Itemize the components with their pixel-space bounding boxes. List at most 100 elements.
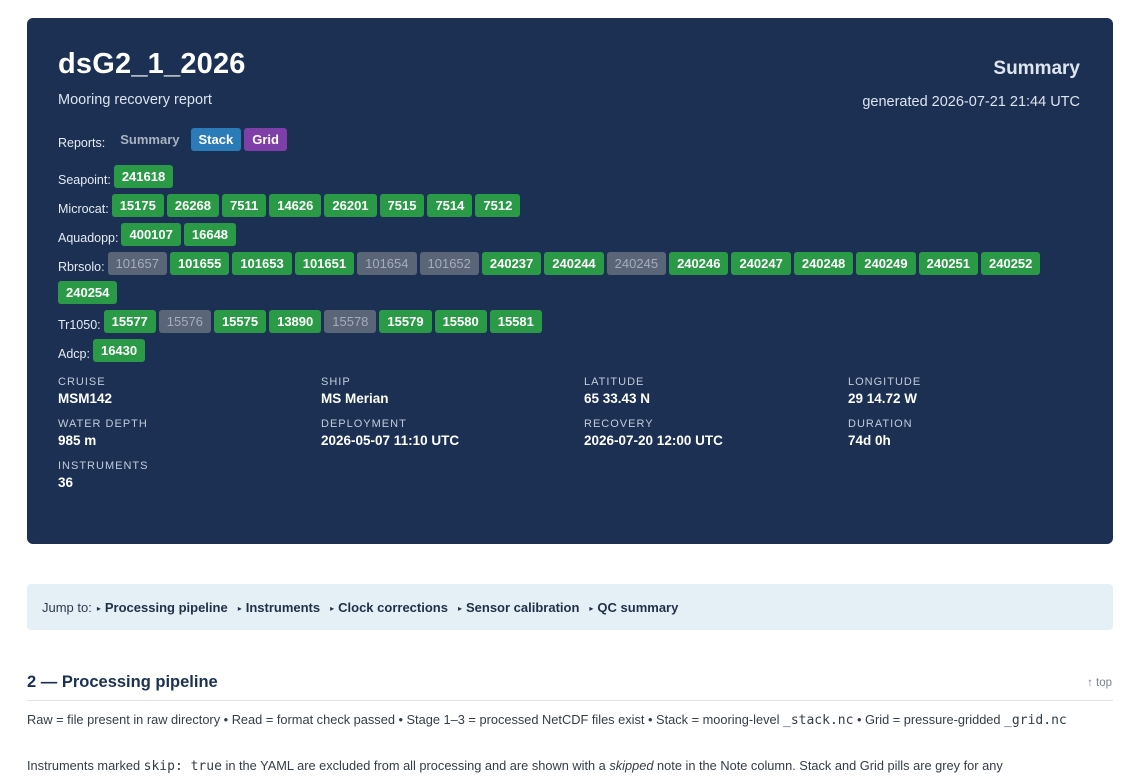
serial-pill[interactable]: 16430 [92,339,146,362]
jump-link-instruments[interactable]: Instruments [238,600,320,615]
meta-item: WATER DEPTH 985 m [58,418,321,448]
serial-pill[interactable]: 15577 [103,310,156,333]
mooring-title: dsG2_1_2026 [58,48,246,80]
meta-value: 29 14.72 W [848,391,918,406]
serial-pill[interactable]: 240252 [981,252,1041,275]
deployment-metadata: CRUISE MSM142 SHIP MS Merian LATITUDE 65 33.4… [58,376,1098,490]
meta-key: RECOVERY [584,418,654,430]
serial-pill-skipped[interactable]: 101654 [357,252,417,275]
meta-item: LATITUDE 65 33.43 N [584,376,848,406]
serial-pill[interactable]: 101653 [232,252,292,275]
meta-key: SHIP [321,376,351,388]
header-right: Summary generated 2026-07-21 21:44 UTC [862,58,1080,110]
serial-pill[interactable]: 240247 [731,252,791,275]
report-link-grid[interactable]: Grid [244,128,287,151]
meta-value: MSM142 [58,391,113,406]
serial-pill[interactable]: 101651 [294,252,355,275]
serial-pill[interactable]: 241618 [113,165,174,188]
meta-value: 74d 0h [848,433,891,448]
meta-value: MS Merian [321,391,389,406]
meta-item: DEPLOYMENT 2026-05-07 11:10 UTC [321,418,584,448]
instrument-group-row: Microcat: 15175 26268 7511 14626 26201 7515 751… [58,194,1088,223]
report-header: dsG2_1_2026 Mooring recovery report Summ… [27,18,1113,544]
grid-filename: _grid.nc [1004,713,1067,728]
jump-label: Jump to: [42,599,92,615]
serial-pill[interactable]: 7512 [475,194,521,217]
meta-key: DURATION [848,418,913,430]
serial-pill[interactable]: 240248 [793,252,854,275]
serial-pill[interactable]: 240246 [669,252,729,275]
serial-pill-skipped[interactable]: 101657 [107,252,167,275]
section-divider [27,700,1113,701]
serial-pill[interactable]: 15575 [213,310,267,333]
jump-link-processing-pipeline[interactable]: Processing pipeline [97,600,228,615]
report-subtitle: Mooring recovery report [58,92,212,108]
serial-pill[interactable]: 240251 [918,252,979,275]
report-type-label: Summary [993,58,1080,79]
reports-label: Reports: [58,135,106,150]
serial-pill[interactable]: 240254 [58,281,118,304]
instrument-group-label: Adcp: [58,346,90,361]
skip-note: Instruments marked skip: true in the YAM… [27,758,1003,774]
meta-key: WATER DEPTH [58,418,148,430]
meta-value: 65 33.43 N [584,391,651,406]
serial-pill[interactable]: 14626 [269,194,322,217]
report-link-stack[interactable]: Stack [190,128,242,151]
serial-pill-skipped[interactable]: 15576 [158,310,211,333]
serial-pill-skipped[interactable]: 240245 [606,252,667,275]
report-link-summary[interactable]: Summary [112,128,187,151]
meta-key: LONGITUDE [848,376,922,388]
serial-pill[interactable]: 400107 [121,223,181,246]
meta-key: CRUISE [58,376,106,388]
meta-item: INSTRUMENTS 36 [58,460,321,490]
meta-value: 2026-05-07 11:10 UTC [321,433,460,448]
meta-item: DURATION 74d 0h [848,418,1098,448]
pipeline-legend: Raw = file present in raw directory • Re… [27,712,1067,728]
serial-pill[interactable]: 240244 [544,252,604,275]
instrument-group-row: Aquadopp: 400107 16648 [58,223,1088,252]
instrument-group-label: Rbrsolo: [58,259,105,274]
serial-pill[interactable]: 15579 [379,310,432,333]
instrument-group-label: Seapoint: [58,172,111,187]
serial-pill[interactable]: 26201 [324,194,377,217]
meta-value: 985 m [58,433,97,448]
stack-filename: _stack.nc [783,713,854,728]
instrument-groups: Seapoint: 241618 Microcat: 15175 26268 7511 14… [58,165,1088,368]
serial-pill-skipped[interactable]: 15578 [324,310,377,333]
reports-row: Reports: Summary Stack Grid [58,128,1088,157]
serial-pill[interactable]: 7514 [427,194,473,217]
serial-pill[interactable]: 15175 [111,194,164,217]
serial-pill[interactable]: 240237 [481,252,542,275]
meta-value: 36 [58,475,74,490]
jump-bar: Jump to: Processing pipeline Instruments… [27,584,1113,630]
serial-pill[interactable]: 13890 [269,310,322,333]
meta-item: CRUISE MSM142 [58,376,321,406]
meta-item: RECOVERY 2026-07-20 12:00 UTC [584,418,848,448]
serial-pill[interactable]: 16648 [183,223,237,246]
instrument-group-row: Seapoint: 241618 [58,165,1088,194]
serial-pill[interactable]: 7511 [222,194,267,217]
serial-pill[interactable]: 101655 [169,252,230,275]
serial-pill-skipped[interactable]: 101652 [419,252,479,275]
skip-code: skip: true [143,759,222,774]
meta-item: LONGITUDE 29 14.72 W [848,376,1098,406]
meta-key: DEPLOYMENT [321,418,407,430]
serial-pill[interactable]: 7515 [379,194,425,217]
instrument-rows: Reports: Summary Stack Grid Seapoint: 241… [58,128,1088,368]
instrument-group-label: Microcat: [58,201,109,216]
instrument-group-row: Tr1050: 15577 15576 15575 13890 15578 15579 155… [58,310,1088,339]
section-title: 2 — Processing pipeline [27,673,218,691]
jump-link-qc-summary[interactable]: QC summary [589,600,678,615]
serial-pill[interactable]: 15580 [434,310,487,333]
jump-link-sensor-calibration[interactable]: Sensor calibration [458,600,579,615]
meta-item: SHIP MS Merian [321,376,584,406]
meta-key: INSTRUMENTS [58,460,149,472]
jump-link-clock-corrections[interactable]: Clock corrections [330,600,448,615]
back-to-top-link[interactable]: ↑ top [1087,677,1112,689]
serial-pill[interactable]: 240249 [856,252,916,275]
instrument-group-row: Rbrsolo: 101657 101655 101653 101651 101654 10… [58,252,1088,310]
generated-timestamp: generated 2026-07-21 21:44 UTC [862,94,1080,110]
serial-pill[interactable]: 15581 [489,310,542,333]
instrument-group-label: Aquadopp: [58,230,119,245]
serial-pill[interactable]: 26268 [166,194,220,217]
